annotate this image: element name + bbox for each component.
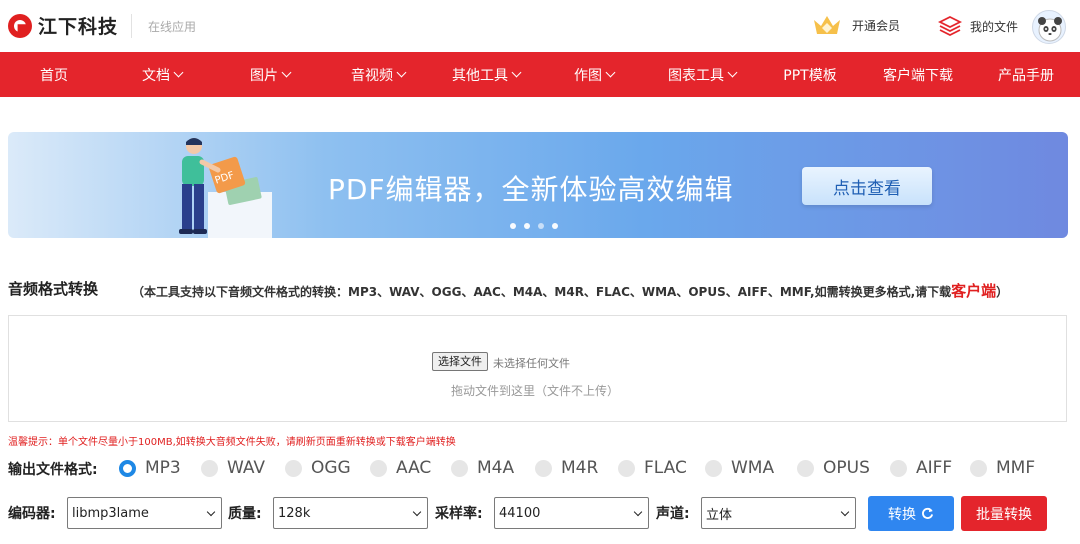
layers-icon xyxy=(938,15,962,37)
format-option-opus[interactable]: OPUS xyxy=(797,458,870,478)
carousel-dots xyxy=(510,223,566,229)
format-option-flac[interactable]: FLAC xyxy=(618,458,687,478)
chevron-down-icon xyxy=(396,67,407,78)
main-nav: 首页 文档 图片 音视频 其他工具 作图 图表工具 PPT模板 客户端下载 产品… xyxy=(0,52,1080,97)
banner-view-button[interactable]: 点击查看 xyxy=(802,167,932,205)
format-option-wma[interactable]: WMA xyxy=(705,458,774,478)
radio-icon[interactable] xyxy=(370,459,387,477)
chevron-down-icon xyxy=(727,67,738,78)
convert-button[interactable]: 转换 xyxy=(868,496,954,531)
nav-item-audio-video[interactable]: 音视频 xyxy=(324,52,432,97)
format-option-m4a[interactable]: M4A xyxy=(451,458,514,478)
banner-title: PDF编辑器，全新体验高效编辑 xyxy=(328,173,734,206)
drop-tip: 拖动文件到这里（文件不上传） xyxy=(451,384,620,398)
tool-note: （本工具支持以下音频文件格式的转换：MP3、WAV、OGG、AAC、M4A、M4… xyxy=(132,282,1009,300)
channel-select[interactable]: 立体 xyxy=(701,497,856,529)
brand-logo[interactable]: 江下科技 xyxy=(8,12,118,39)
radio-icon[interactable] xyxy=(535,459,552,477)
format-option-mp3[interactable]: MP3 xyxy=(119,458,181,478)
vip-button[interactable]: 开通会员 xyxy=(812,14,900,36)
quality-label: 质量: xyxy=(228,506,262,522)
radio-icon[interactable] xyxy=(201,459,218,477)
warning-tip: 温馨提示：单个文件尽量小于100MB,如转换大音频文件失败，请刷新页面重新转换或… xyxy=(8,437,456,448)
encoder-select[interactable]: libmp3lame xyxy=(67,497,222,529)
nav-item-documents[interactable]: 文档 xyxy=(108,52,216,97)
file-drop-zone[interactable]: 选择文件 未选择任何文件 拖动文件到这里（文件不上传） xyxy=(8,315,1067,422)
chevron-down-icon xyxy=(206,507,216,517)
my-files-label: 我的文件 xyxy=(970,19,1019,34)
radio-icon[interactable] xyxy=(970,459,987,477)
vip-label: 开通会员 xyxy=(852,18,901,33)
avatar[interactable] xyxy=(1032,10,1066,44)
choose-file-button[interactable]: 选择文件 xyxy=(432,352,488,371)
format-option-m4r[interactable]: M4R xyxy=(535,458,598,478)
refresh-icon xyxy=(922,507,934,519)
sample-rate-select[interactable]: 44100 xyxy=(494,497,649,529)
logo-mark-icon xyxy=(8,13,32,38)
header-divider xyxy=(131,14,132,38)
format-option-aac[interactable]: AAC xyxy=(370,458,431,478)
chevron-down-icon xyxy=(281,67,292,78)
nav-item-client-download[interactable]: 客户端下载 xyxy=(864,52,972,97)
batch-convert-button[interactable]: 批量转换 xyxy=(961,496,1047,531)
client-link[interactable]: 客户端 xyxy=(951,282,996,300)
my-files-button[interactable]: 我的文件 xyxy=(938,14,1018,38)
radio-icon[interactable] xyxy=(797,459,814,477)
chevron-down-icon xyxy=(511,67,522,78)
nav-item-images[interactable]: 图片 xyxy=(216,52,324,97)
promo-banner[interactable]: PDF PDF编辑器，全新体验高效编辑 点击查看 xyxy=(8,132,1068,238)
nav-item-product-manual[interactable]: 产品手册 xyxy=(972,52,1080,97)
radio-icon[interactable] xyxy=(451,459,468,477)
radio-selected-icon[interactable] xyxy=(119,459,136,477)
radio-icon[interactable] xyxy=(618,459,635,477)
encoder-label: 编码器: xyxy=(8,506,56,522)
carousel-dot[interactable] xyxy=(552,223,558,229)
nav-item-other-tools[interactable]: 其他工具 xyxy=(432,52,540,97)
carousel-dot[interactable] xyxy=(524,223,530,229)
top-header: 江下科技 在线应用 开通会员 我的文件 xyxy=(0,0,1080,52)
tool-title: 音频格式转换 xyxy=(8,280,99,298)
channel-label: 声道: xyxy=(656,506,690,522)
nav-item-drawing[interactable]: 作图 xyxy=(540,52,648,97)
format-option-mmf[interactable]: MMF xyxy=(970,458,1035,478)
nav-item-ppt-templates[interactable]: PPT模板 xyxy=(756,52,864,97)
radio-icon[interactable] xyxy=(285,459,302,477)
format-option-aiff[interactable]: AIFF xyxy=(890,458,952,478)
carousel-dot[interactable] xyxy=(538,223,544,229)
nav-item-home[interactable]: 首页 xyxy=(0,52,108,97)
radio-icon[interactable] xyxy=(890,459,907,477)
format-option-ogg[interactable]: OGG xyxy=(285,458,351,478)
quality-select[interactable]: 128k xyxy=(273,497,428,529)
person-with-pdf-illustration: PDF xyxy=(179,138,272,238)
nav-item-chart-tools[interactable]: 图表工具 xyxy=(648,52,756,97)
chevron-down-icon xyxy=(633,507,643,517)
radio-icon[interactable] xyxy=(705,459,722,477)
chevron-down-icon xyxy=(605,67,616,78)
sample-rate-label: 采样率: xyxy=(435,506,483,522)
output-format-label: 输出文件格式: xyxy=(8,462,98,478)
no-file-text: 未选择任何文件 xyxy=(493,357,570,370)
chevron-down-icon xyxy=(412,507,422,517)
panda-avatar-icon xyxy=(1038,17,1062,42)
carousel-dot[interactable] xyxy=(510,223,516,229)
format-option-wav[interactable]: WAV xyxy=(201,458,265,478)
brand-name: 江下科技 xyxy=(38,16,119,38)
crown-icon xyxy=(814,16,840,34)
chevron-down-icon xyxy=(840,507,850,517)
brand-subtitle: 在线应用 xyxy=(148,20,197,34)
chevron-down-icon xyxy=(173,67,184,78)
